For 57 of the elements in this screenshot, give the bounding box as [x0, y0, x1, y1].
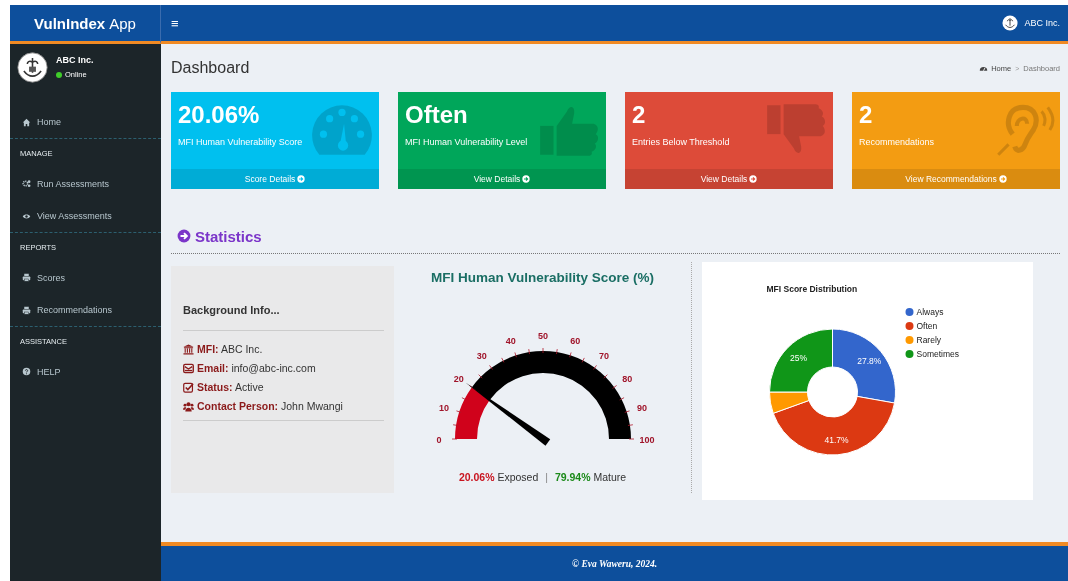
gauge-drawing: 0 10 20 30 40 50 60 70 80 90 100 — [412, 297, 673, 457]
sidebar-item[interactable]: Scores — [10, 261, 161, 294]
gauge-summary: 20.06% Exposed | 79.94% Mature — [458, 471, 627, 483]
gauge-icon — [309, 102, 375, 158]
slice-label: 27.8% — [857, 356, 882, 367]
bank-icon — [183, 343, 194, 355]
app-brand[interactable]: VulnIndex App — [10, 5, 161, 44]
user-name: ABC Inc. — [56, 55, 94, 65]
legend-dot — [905, 322, 914, 330]
section-title: Statistics — [195, 227, 262, 245]
slice-label: 25% — [790, 353, 808, 364]
legend-label: Often — [916, 321, 938, 331]
copyright-text: © Eva Waweru, 2024. — [571, 558, 658, 569]
logo-icon — [17, 52, 48, 83]
legend-dot — [905, 308, 914, 316]
arrow-circle-icon — [749, 175, 758, 183]
info-field: Email: info@abc-inc.com — [197, 362, 316, 374]
logo-icon — [1002, 15, 1019, 31]
arrow-circle-icon — [297, 175, 306, 183]
stat-label: MFI Human Vulnerability Score — [178, 137, 304, 147]
sidebar-item[interactable]: HELP — [10, 355, 161, 388]
users-icon — [183, 400, 194, 412]
stat-value: 20.06% — [178, 101, 261, 129]
chart-title: MFI Score Distribution — [766, 284, 858, 294]
arrow-circle-icon — [998, 175, 1007, 183]
stat-value: 2 — [859, 101, 874, 129]
card-footer-link[interactable]: View Details — [625, 169, 833, 189]
legend-label: Rarely — [916, 335, 942, 345]
stat-value: Often — [405, 101, 469, 129]
gauge-title: MFI Human Vulnerability Score (%) — [430, 270, 654, 285]
home-icon — [22, 117, 31, 127]
card-footer-link[interactable]: View Details — [398, 169, 606, 189]
legend-label: Sometimes — [916, 349, 959, 359]
gears-icon — [22, 179, 31, 188]
legend-label: Always — [916, 307, 944, 317]
sidebar-item[interactable]: Run Assessments — [10, 167, 161, 200]
arrow-circle-icon — [522, 175, 531, 183]
stat-label: MFI Human Vulnerability Level — [405, 137, 529, 147]
user-menu[interactable]: ABC Inc. — [1002, 15, 1060, 31]
info-field: Contact Person: John Mwangi — [197, 400, 343, 412]
legend-dot — [905, 336, 914, 344]
stat-label: Entries Below Threshold — [632, 137, 731, 147]
arrow-circle-icon — [177, 229, 191, 243]
legend-dot — [905, 350, 914, 358]
printer-icon — [22, 305, 31, 315]
info-field: Status: Active — [197, 381, 264, 393]
envelope-icon — [183, 362, 194, 374]
printer-icon — [22, 273, 31, 282]
menu-toggle[interactable]: ≡ — [171, 15, 179, 31]
checkbox-icon — [183, 381, 194, 393]
info-field: MFI: ABC Inc. — [197, 343, 263, 355]
slice-label: 41.7% — [824, 434, 849, 445]
stat-label: Recommendations — [859, 137, 936, 147]
stat-value: 2 — [632, 101, 647, 129]
panel-title: Background Info... — [183, 304, 384, 331]
help-icon — [22, 367, 31, 376]
page-title: Dashboard — [171, 59, 250, 77]
